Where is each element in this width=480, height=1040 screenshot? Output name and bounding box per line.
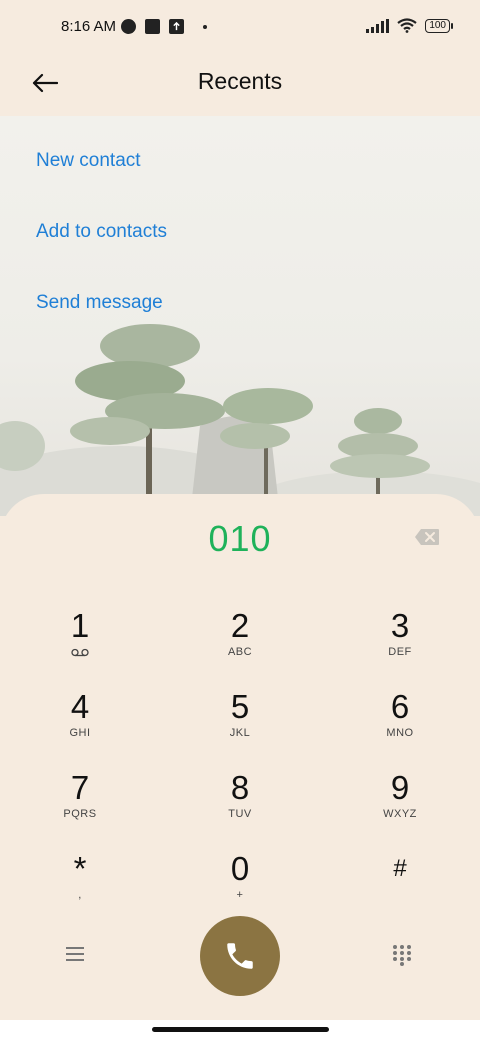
key-letters: JKL (229, 727, 251, 739)
status-time: 8:16 AM (61, 18, 117, 35)
system-icons: 100 (366, 18, 453, 33)
key-digit: 1 (70, 607, 90, 644)
dialpad-toggle-icon[interactable] (392, 944, 412, 966)
dialed-number[interactable]: 010 (0, 518, 480, 560)
menu-line-icon (66, 953, 84, 955)
key-5[interactable]: 5 JKL (180, 689, 300, 759)
app-header: Recents (0, 56, 480, 116)
key-digit: 9 (390, 769, 410, 806)
key-letters: , (78, 889, 82, 901)
key-letters: + (236, 889, 244, 901)
key-digit: 0 (230, 850, 250, 887)
new-contact-link[interactable]: New contact (36, 150, 141, 172)
key-9[interactable]: 9 WXYZ (340, 770, 460, 840)
key-star[interactable]: * , (20, 851, 140, 921)
key-digit: 4 (70, 688, 90, 725)
call-button[interactable] (200, 916, 280, 996)
key-digit: 6 (390, 688, 410, 725)
key-digit: 3 (390, 607, 410, 644)
home-indicator[interactable] (152, 1027, 329, 1032)
key-digit: # (393, 855, 407, 882)
upload-notification-icon (169, 19, 184, 34)
actions-area: New contact Add to contacts Send message (0, 116, 480, 516)
dial-pad-panel: 010 1 2 ABC 3 DEF 4 GHI 5 JKL 6 MNO 7 PQ… (0, 494, 480, 1024)
key-0[interactable]: 0 + (180, 851, 300, 921)
key-letters: ABC (227, 646, 253, 658)
page-title: Recents (197, 68, 283, 94)
key-1[interactable]: 1 (20, 608, 140, 678)
key-3[interactable]: 3 DEF (340, 608, 460, 678)
app-notification-icon (121, 19, 136, 34)
key-digit: * (73, 850, 87, 887)
key-4[interactable]: 4 GHI (20, 689, 140, 759)
key-hash[interactable]: # (340, 851, 460, 921)
backspace-button[interactable] (414, 528, 440, 546)
key-digit: 7 (70, 769, 90, 806)
menu-button[interactable] (66, 942, 90, 966)
status-bar: 8:16 AM 100 (0, 0, 480, 56)
key-digit: 8 (230, 769, 250, 806)
battery-icon: 100 (425, 18, 453, 33)
key-letters: TUV (228, 808, 252, 820)
key-6[interactable]: 6 MNO (340, 689, 460, 759)
key-7[interactable]: 7 PQRS (20, 770, 140, 840)
key-8[interactable]: 8 TUV (180, 770, 300, 840)
key-letters: DEF (388, 646, 412, 658)
signal-icon (366, 18, 390, 33)
menu-line-icon (66, 959, 84, 961)
key-digit: 5 (230, 688, 250, 725)
wifi-icon (397, 18, 417, 33)
key-letters: GHI (69, 727, 91, 739)
key-2[interactable]: 2 ABC (180, 608, 300, 678)
notification-icons (121, 19, 207, 34)
square-notification-icon (145, 19, 160, 34)
voicemail-icon (71, 648, 89, 657)
key-letters: MNO (386, 727, 414, 739)
menu-line-icon (66, 947, 84, 949)
landscape-illustration (0, 324, 480, 516)
key-letters: WXYZ (383, 808, 417, 820)
key-digit: 2 (230, 607, 250, 644)
more-notifications-dot-icon (203, 24, 207, 29)
phone-icon (227, 943, 253, 969)
add-to-contacts-link[interactable]: Add to contacts (36, 221, 167, 243)
key-letters: PQRS (63, 808, 97, 820)
